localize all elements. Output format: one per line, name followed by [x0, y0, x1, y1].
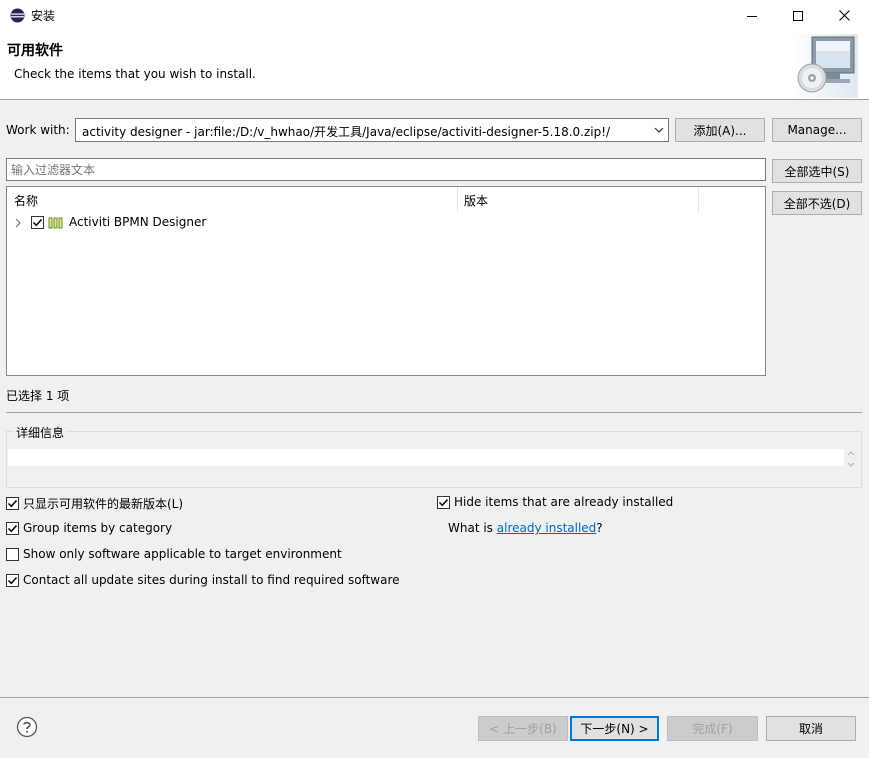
column-header-name[interactable]: 名称	[7, 187, 458, 212]
filter-input[interactable]	[6, 158, 766, 181]
cancel-button[interactable]: 取消	[766, 716, 856, 741]
finish-button[interactable]: 完成(F)	[667, 716, 758, 741]
what-is-installed-text: What is already installed?	[448, 521, 603, 535]
window-title: 安装	[31, 9, 56, 23]
deselect-all-button[interactable]: 全部不选(D)	[772, 191, 862, 215]
checkmark-icon	[32, 218, 43, 227]
manage-sites-button[interactable]: Manage...	[772, 118, 862, 142]
show-latest-only-option[interactable]: 只显示可用软件的最新版本(L)	[6, 495, 183, 512]
back-button[interactable]: < 上一步(B)	[478, 716, 568, 741]
checkmark-icon	[438, 498, 449, 506]
show-latest-checkbox[interactable]	[6, 497, 19, 510]
checkmark-icon	[7, 576, 18, 584]
show-latest-label: 只显示可用软件的最新版本(L)	[23, 497, 184, 511]
add-site-button[interactable]: 添加(A)...	[675, 118, 765, 142]
work-with-label: Work with:	[6, 123, 70, 137]
page-title: 可用软件	[7, 43, 63, 59]
close-icon	[838, 10, 850, 21]
feature-group-icon	[48, 217, 64, 232]
work-with-value: activity designer - jar:file:/D:/v_hwhao…	[82, 125, 611, 139]
selection-status: 已选择 1 项	[6, 389, 70, 403]
group-by-category-label: Group items by category	[23, 521, 173, 535]
column-header-version[interactable]: 版本	[459, 187, 699, 212]
contact-update-sites-option[interactable]: Contact all update sites during install …	[6, 573, 400, 587]
work-with-combo[interactable]: activity designer - jar:file:/D:/v_hwhao…	[75, 118, 669, 142]
next-button[interactable]: 下一步(N) >	[570, 716, 659, 741]
target-environment-label: Show only software applicable to target …	[23, 547, 342, 561]
chevron-right-icon[interactable]	[14, 217, 22, 231]
hide-installed-checkbox[interactable]	[437, 495, 450, 509]
divider	[6, 412, 862, 413]
minimize-button[interactable]	[729, 0, 775, 31]
hide-installed-option[interactable]: Hide items that are already installed	[437, 495, 673, 509]
table-row[interactable]: Activiti BPMN Designer	[7, 213, 765, 233]
help-icon[interactable]	[16, 716, 38, 738]
what-is-prefix: What is	[448, 521, 497, 535]
contact-update-sites-label: Contact all update sites during install …	[23, 573, 400, 587]
scrollbar[interactable]	[846, 449, 856, 469]
what-is-suffix: ?	[596, 521, 603, 535]
page-description: Check the items that you wish to install…	[14, 67, 256, 81]
title-bar: 安装	[0, 0, 869, 31]
details-label: 详细信息	[14, 424, 67, 441]
chevron-down-icon[interactable]	[654, 124, 664, 138]
row-name: Activiti BPMN Designer	[69, 215, 207, 229]
minimize-icon	[747, 15, 757, 17]
checkmark-icon	[7, 499, 18, 508]
maximize-icon	[793, 10, 803, 21]
header-banner: 可用软件 Check the items that you wish to in…	[0, 31, 869, 100]
target-environment-checkbox[interactable]	[6, 547, 19, 561]
install-wizard-icon	[792, 34, 858, 98]
row-checkbox[interactable]	[31, 216, 44, 229]
details-text-area[interactable]	[8, 449, 844, 466]
hide-installed-label: Hide items that are already installed	[454, 495, 674, 509]
select-all-button[interactable]: 全部选中(S)	[772, 159, 862, 183]
eclipse-icon	[10, 8, 25, 23]
maximize-button[interactable]	[775, 0, 821, 31]
group-by-category-option[interactable]: Group items by category	[6, 521, 172, 535]
contact-update-sites-checkbox[interactable]	[6, 573, 19, 587]
checkmark-icon	[7, 524, 18, 532]
already-installed-link[interactable]: already installed	[497, 521, 597, 535]
software-tree-table[interactable]: 名称 版本 Activiti BPMN Designer	[6, 186, 766, 376]
group-by-category-checkbox[interactable]	[6, 521, 19, 535]
divider	[0, 697, 869, 698]
target-environment-option[interactable]: Show only software applicable to target …	[6, 547, 342, 561]
close-button[interactable]	[821, 0, 867, 31]
